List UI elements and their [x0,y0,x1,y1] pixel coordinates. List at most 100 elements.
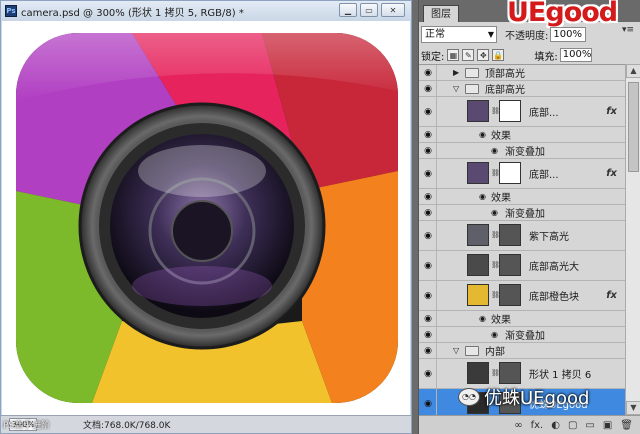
effects-label: 效果 [491,131,511,142]
layers-scrollbar[interactable]: ▲ ▼ [625,64,640,415]
document-status-bar: 300% 文档:768.0K/768.0K [1,415,411,433]
folder-icon [465,345,479,356]
opacity-label: 不透明度: [505,30,549,42]
layer-mask-thumbnail [499,254,521,276]
lock-transparent-icon[interactable]: ▦ [447,49,460,61]
lock-position-icon[interactable]: ✥ [477,49,490,61]
effects-label: 效果 [491,193,511,204]
effects-label: 效果 [491,315,511,326]
layer-name: 底部... [529,170,559,181]
panel-bottom-toolbar: ∞ fx. ◐ ▢ ▭ ▣ 🗑 [419,415,640,434]
chevron-right-icon[interactable]: ▶ [453,68,459,77]
link-layers-icon[interactable]: ∞ [514,420,522,431]
layer-mask-thumbnail [499,162,521,184]
eye-icon[interactable]: ◉ [491,330,498,339]
eye-icon[interactable]: ◉ [421,146,435,156]
layer-row[interactable]: ◉ ⛓ 底部... fx [419,97,625,127]
blend-mode-value: 正常 [425,28,445,40]
lock-all-icon[interactable]: 🔒 [492,49,505,61]
layer-row[interactable]: ◉ ⛓ 底部高光大 [419,251,625,281]
opacity-field[interactable]: 100% [550,26,587,42]
watermark-left: PS高手进阶 [3,421,51,431]
effect-row[interactable]: ◉ ◉ 渐变叠加 [419,143,625,159]
eye-icon[interactable]: ◉ [479,314,486,323]
eye-icon[interactable]: ◉ [421,261,435,271]
layer-group-row[interactable]: ◉ ▽ 内部 [419,343,625,359]
fx-icon[interactable]: fx [606,168,617,179]
close-button[interactable]: ✕ [381,3,405,17]
photoshop-logo-icon: Ps [5,5,17,17]
effects-row[interactable]: ◉ ◉ 效果 [419,189,625,205]
wechat-icon: ◔◔ [458,388,480,406]
effects-row[interactable]: ◉ ◉ 效果 [419,311,625,327]
layer-name: 形状 1 拷贝 6 [529,370,592,381]
tab-layers[interactable]: 图层 [423,5,459,22]
trash-icon[interactable]: 🗑 [620,420,633,431]
layer-mask-thumbnail [499,100,521,122]
document-info[interactable]: 文档:768.0K/768.0K [83,418,170,431]
canvas[interactable] [2,21,410,415]
chevron-down-icon: ▼ [487,29,494,39]
eye-icon[interactable]: ◉ [421,346,435,356]
panel-menu-icon[interactable]: ▾≡ [622,25,636,37]
layer-mask-thumbnail [499,224,521,246]
adjustment-layer-icon[interactable]: ▢ [568,420,577,431]
eye-icon[interactable]: ◉ [479,130,486,139]
effect-row[interactable]: ◉ ◉ 渐变叠加 [419,327,625,343]
eye-icon[interactable]: ◉ [421,399,435,409]
document-window: Ps camera.psd @ 300% (形状 1 拷贝 5, RGB/8) … [0,0,412,434]
add-mask-icon[interactable]: ◐ [551,420,560,431]
eye-icon[interactable]: ◉ [479,192,486,201]
document-titlebar[interactable]: Ps camera.psd @ 300% (形状 1 拷贝 5, RGB/8) … [1,1,411,21]
layer-mask-thumbnail [499,362,521,384]
eye-icon[interactable]: ◉ [421,169,435,179]
fill-field[interactable]: 100% [559,48,592,62]
camera-app-icon [16,33,398,403]
layers-panel: 图层 UEgood ▾≡ 正常 ▼ 不透明度: 100% 锁定: ▦ ✎ ✥ 🔒… [418,0,640,434]
watermark-text: 优蛛UEgood [484,388,590,409]
eye-icon[interactable]: ◉ [491,208,498,217]
eye-icon[interactable]: ◉ [421,130,435,140]
eye-icon[interactable]: ◉ [421,68,435,78]
folder-icon [465,67,479,78]
eye-icon[interactable]: ◉ [491,146,498,155]
eye-icon[interactable]: ◉ [421,369,435,379]
blend-mode-select[interactable]: 正常 ▼ [421,25,497,43]
eye-icon[interactable]: ◉ [421,192,435,202]
eye-icon[interactable]: ◉ [421,84,435,94]
lock-image-icon[interactable]: ✎ [462,49,475,61]
fx-icon[interactable]: fx [606,290,617,301]
layer-name: 紫下高光 [529,232,569,243]
effects-row[interactable]: ◉ ◉ 效果 [419,127,625,143]
layer-thumbnail [467,100,489,122]
layer-thumbnail [467,162,489,184]
scroll-up-icon[interactable]: ▲ [626,64,640,78]
layer-name: 顶部高光 [485,69,525,80]
layer-name: 内部 [485,347,505,358]
new-group-icon[interactable]: ▭ [585,420,594,431]
chevron-down-icon[interactable]: ▽ [453,84,459,93]
layer-row[interactable]: ◉ ⛓ 底部... fx [419,159,625,189]
scroll-thumb[interactable] [628,82,639,172]
minimize-button[interactable]: ▁ [339,3,357,17]
eye-icon[interactable]: ◉ [421,330,435,340]
fx-icon[interactable]: fx [606,106,617,117]
fill-label: 填充: [534,51,558,63]
eye-icon[interactable]: ◉ [421,314,435,324]
layer-group-row[interactable]: ◉ ▽ 底部高光 [419,81,625,97]
eye-icon[interactable]: ◉ [421,231,435,241]
effect-row[interactable]: ◉ ◉ 渐变叠加 [419,205,625,221]
scroll-down-icon[interactable]: ▼ [626,401,640,415]
restore-button[interactable]: ▭ [360,3,378,17]
layer-thumbnail [467,254,489,276]
layer-group-row[interactable]: ◉ ▶ 顶部高光 [419,65,625,81]
layer-row[interactable]: ◉ ⛓ 紫下高光 [419,221,625,251]
eye-icon[interactable]: ◉ [421,291,435,301]
eye-icon[interactable]: ◉ [421,107,435,117]
chevron-down-icon[interactable]: ▽ [453,346,459,355]
add-style-icon[interactable]: fx. [531,420,544,431]
layer-name: 底部... [529,108,559,119]
layer-row[interactable]: ◉ ⛓ 底部橙色块 fx [419,281,625,311]
eye-icon[interactable]: ◉ [421,208,435,218]
new-layer-icon[interactable]: ▣ [603,420,612,431]
